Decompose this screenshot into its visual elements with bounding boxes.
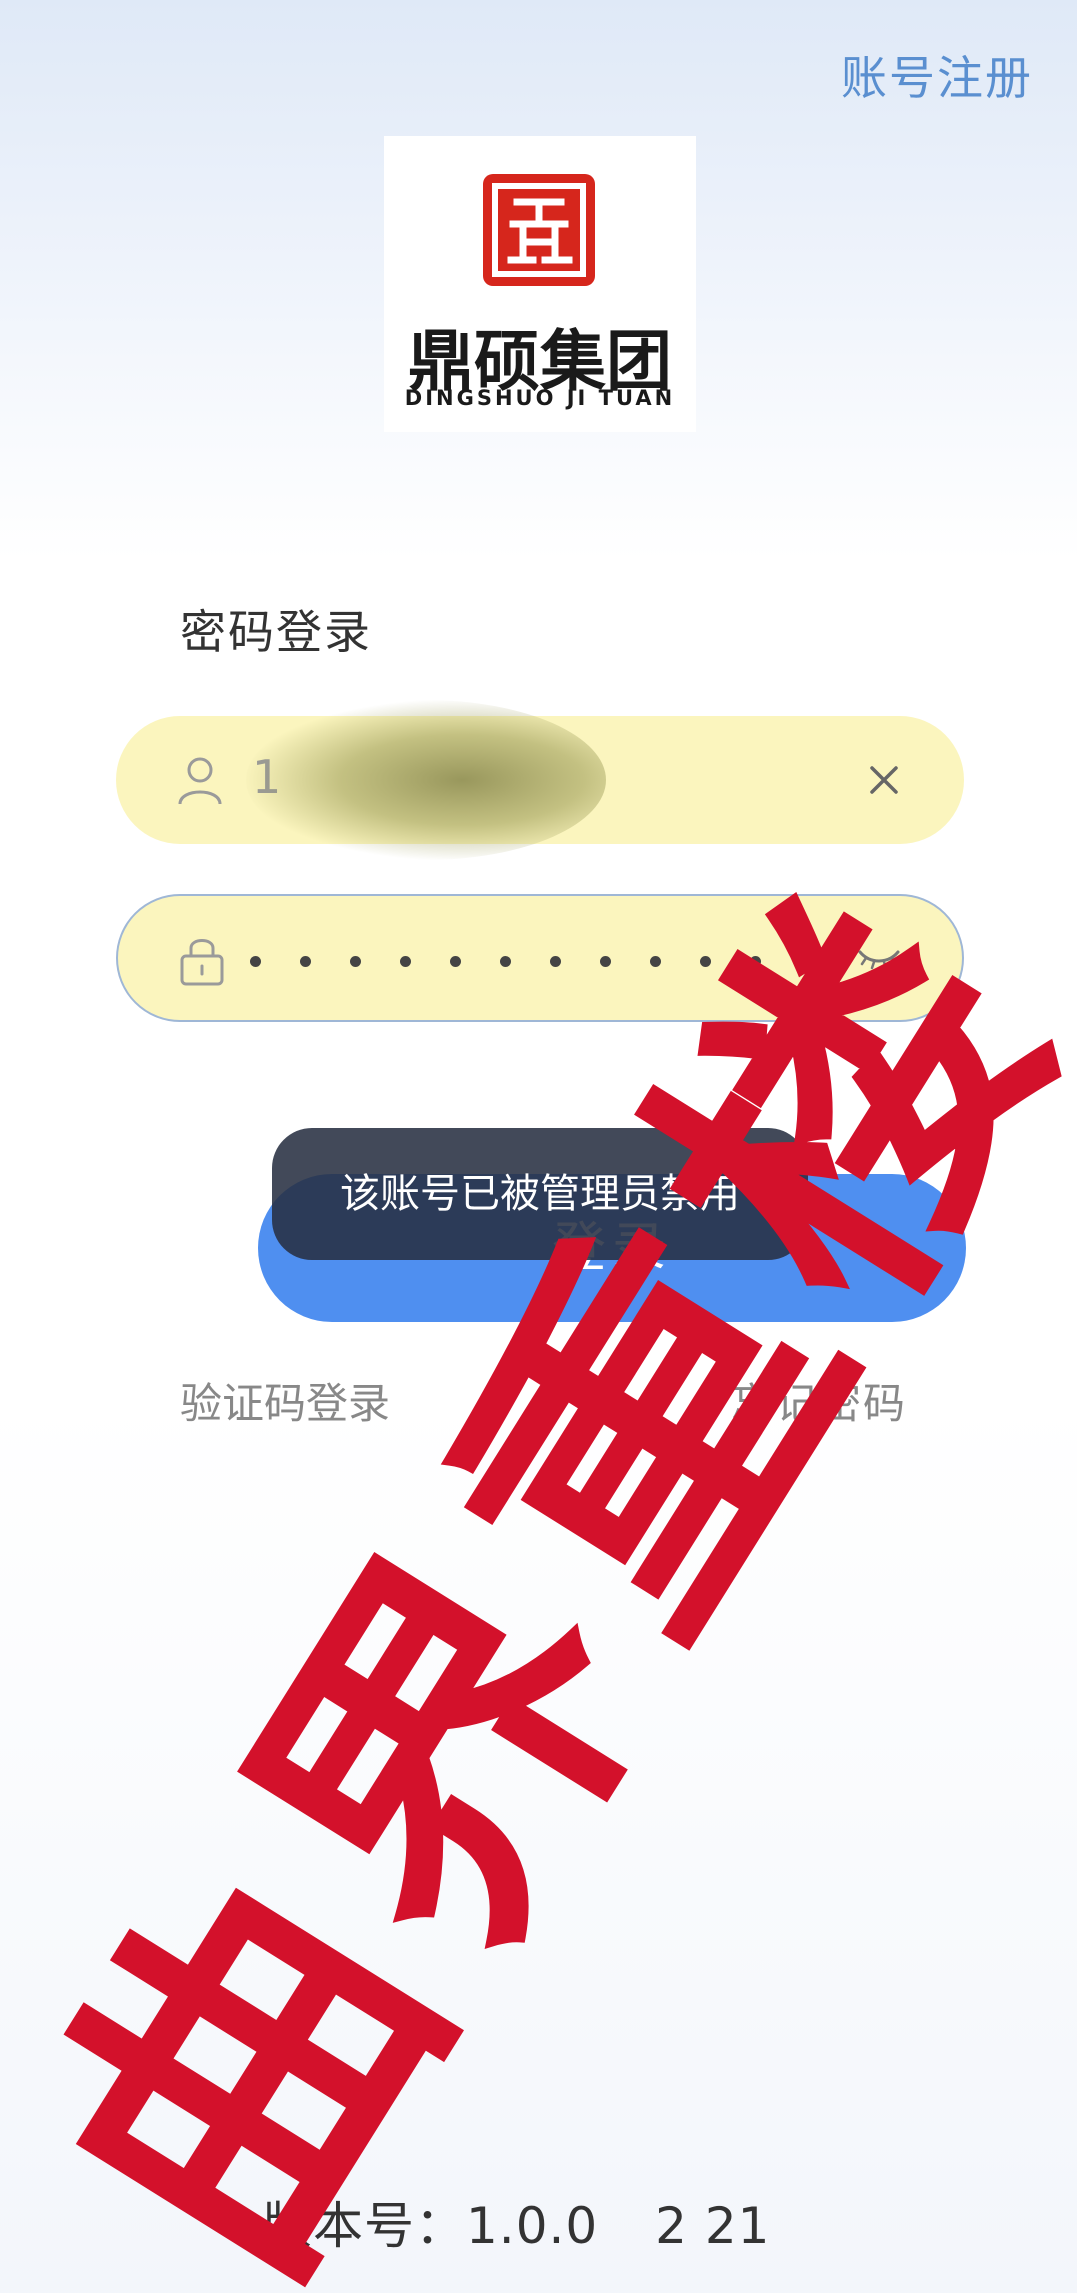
eye-closed-icon[interactable]	[858, 946, 900, 970]
user-icon	[178, 757, 222, 805]
password-login-title: 密码登录	[180, 605, 372, 659]
clear-icon[interactable]	[866, 762, 902, 798]
version-text: 版本号：1.0.0 2 21	[262, 2186, 770, 2258]
register-link[interactable]: 账号注册	[841, 42, 1033, 108]
forgot-password-link[interactable]: 忘记密码	[731, 1370, 907, 1431]
watermark-char-2: 界	[178, 1490, 724, 2017]
toast-message: 该账号已被管理员禁用	[272, 1128, 808, 1260]
company-logo: 鼎硕集团 DINGSHUO JI TUAN	[384, 136, 696, 432]
lock-icon	[180, 939, 224, 986]
redaction-scribble	[246, 700, 606, 860]
seal-logo-icon	[483, 174, 595, 286]
sms-login-link[interactable]: 验证码登录	[180, 1370, 390, 1431]
password-dots[interactable]	[250, 940, 830, 980]
password-field[interactable]	[116, 894, 964, 1022]
logo-text-en: DINGSHUO JI TUAN	[404, 386, 676, 410]
version-tail: 2 21	[655, 2197, 771, 2255]
version-label: 版本号：1.0.0	[262, 2197, 599, 2255]
username-field[interactable]: 1	[116, 700, 964, 860]
